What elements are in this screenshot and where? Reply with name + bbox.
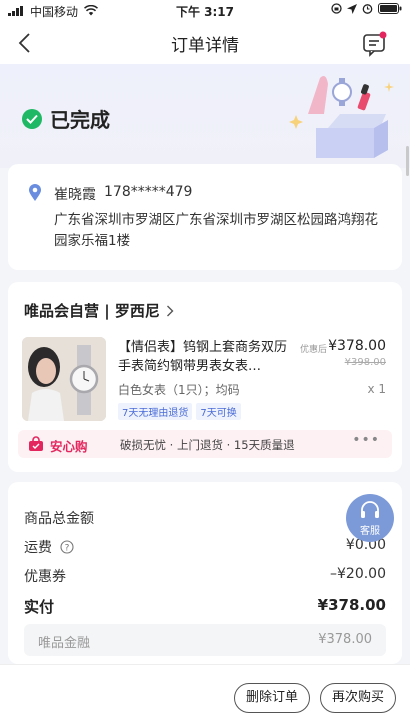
check-circle-icon — [22, 108, 42, 129]
coupon-value: –¥20.00 — [330, 566, 386, 582]
finance-row: 唯品金融 ¥378.00 — [24, 624, 386, 656]
price-label: 优惠后 — [300, 345, 328, 355]
chevron-right-icon — [166, 305, 174, 316]
status-bar: 中国移动 下午 3:17 — [0, 0, 410, 22]
order-status-banner: 已完成 — [0, 64, 410, 176]
customer-service-button[interactable]: 客服 — [346, 494, 394, 542]
headset-icon — [361, 501, 379, 518]
product-image[interactable] — [22, 337, 106, 421]
paid-value: ¥378.00 — [317, 596, 386, 614]
service-tags: 7天无理由退货 7天可换 — [118, 403, 241, 420]
question-icon[interactable]: ? — [60, 540, 75, 558]
coupon-row: 优惠券 –¥20.00 — [24, 566, 386, 586]
battery-icon — [378, 3, 402, 17]
assurance-name: 安心购 — [50, 439, 88, 454]
page-title: 订单详情 — [171, 36, 239, 56]
service-tag: 7天可换 — [196, 403, 241, 420]
svg-text:?: ? — [65, 544, 70, 554]
shop-name: 唯品会自营 | 罗西尼 — [24, 302, 160, 320]
paid-row: 实付 ¥378.00 — [24, 596, 386, 617]
recipient-name: 崔晓霞 — [54, 187, 96, 203]
assurance-desc: 破损无忧 · 上门退货 · 15天质量退 — [120, 438, 295, 452]
buy-again-button[interactable]: 再次购买 — [320, 683, 396, 713]
paid-label: 实付 — [24, 598, 55, 616]
address-text: 广东省深圳市罗湖区广东省深圳市罗湖区松园路鸿翔花园家乐福1楼 — [54, 212, 378, 249]
coupon-label: 优惠券 — [24, 569, 66, 585]
location-pin-icon — [28, 184, 42, 206]
delete-order-button[interactable]: 删除订单 — [234, 683, 310, 713]
product-price: ¥378.00 — [328, 338, 386, 354]
more-options-icon[interactable]: ••• — [352, 432, 380, 448]
product-original-price: ¥398.00 — [344, 357, 386, 368]
product-quantity: x 1 — [367, 382, 386, 396]
order-status-label: 已完成 — [50, 108, 110, 132]
shipping-label: 运费 — [24, 540, 52, 556]
bottom-action-bar: 删除订单 再次购买 — [0, 664, 410, 728]
nav-bar: 订单详情 — [0, 22, 410, 64]
rotation-lock-icon — [331, 3, 342, 17]
shipping-row: 运费 ? ¥0.00 — [24, 537, 386, 557]
product-title[interactable]: 【情侣表】钨钢上套商务双历手表简约钢带男表女表… — [118, 338, 294, 376]
assurance-bar[interactable]: 安心购 破损无忧 · 上门退货 · 15天质量退 ••• — [18, 430, 392, 458]
product-spec: 白色女表（1只）；均码 — [118, 383, 240, 397]
shopping-bag-icon — [28, 436, 44, 456]
location-arrow-icon — [347, 3, 357, 17]
goods-card: 唯品会自营 | 罗西尼 【情侣表】钨钢上套商务双历手表简约钢带男表女表… 优惠后… — [8, 282, 402, 472]
gift-box-illustration — [289, 76, 394, 158]
customer-service-label: 客服 — [360, 526, 380, 537]
finance-value: ¥378.00 — [318, 632, 372, 647]
recipient-phone: 178*****479 — [104, 184, 193, 200]
payment-summary-card: 商品总金额 ¥3 运费 ? ¥0.00 优惠券 –¥20.00 实付 ¥378.… — [8, 482, 402, 664]
message-icon — [363, 31, 387, 57]
shop-link[interactable]: 唯品会自营 | 罗西尼 — [24, 300, 174, 321]
scrollbar[interactable] — [406, 146, 409, 176]
service-tag: 7天无理由退货 — [118, 403, 193, 420]
alarm-icon — [362, 3, 373, 17]
goods-total-label: 商品总金额 — [24, 511, 94, 527]
message-button[interactable] — [362, 31, 388, 57]
goods-total-row: 商品总金额 ¥3 — [24, 508, 386, 528]
finance-label: 唯品金融 — [38, 636, 91, 651]
address-card[interactable]: 崔晓霞 178*****479 广东省深圳市罗湖区广东省深圳市罗湖区松园路鸿翔花… — [8, 164, 402, 270]
